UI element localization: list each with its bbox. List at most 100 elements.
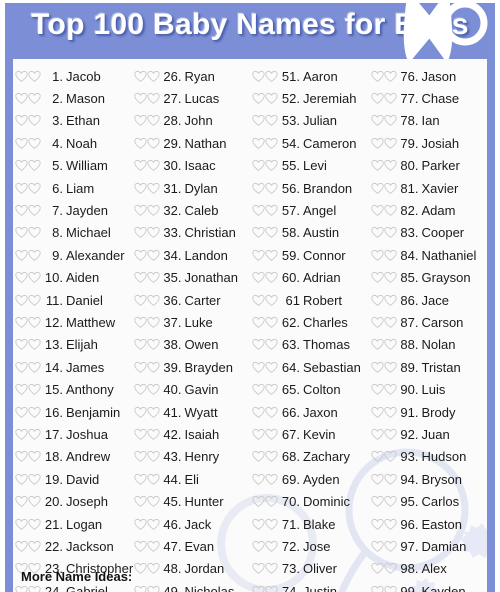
heart-outline-icon[interactable] (133, 316, 147, 329)
heart-outline-icon[interactable] (370, 271, 384, 284)
list-item[interactable]: 85. Grayson (370, 267, 488, 289)
list-item[interactable]: 97. Damian (370, 535, 488, 557)
heart-outline-icon[interactable] (133, 182, 147, 195)
heart-outline-icon[interactable] (15, 540, 28, 553)
heart-outline-icon[interactable] (383, 316, 397, 329)
heart-outline-icon[interactable] (28, 159, 41, 172)
heart-outline-icon[interactable] (28, 92, 41, 105)
list-item[interactable]: 46. Jack (133, 513, 251, 535)
heart-outline-icon[interactable] (252, 137, 265, 150)
heart-checkboxes[interactable] (252, 428, 278, 441)
heart-outline-icon[interactable] (15, 70, 28, 83)
heart-checkboxes[interactable] (252, 271, 278, 284)
heart-checkboxes[interactable] (370, 562, 397, 575)
heart-outline-icon[interactable] (370, 92, 384, 105)
heart-outline-icon[interactable] (252, 182, 265, 195)
heart-outline-icon[interactable] (252, 316, 265, 329)
heart-checkboxes[interactable] (370, 249, 397, 262)
list-item[interactable]: 9. Alexander (15, 244, 132, 266)
heart-outline-icon[interactable] (28, 271, 41, 284)
heart-outline-icon[interactable] (383, 249, 397, 262)
heart-checkboxes[interactable] (133, 383, 160, 396)
heart-outline-icon[interactable] (15, 204, 28, 217)
heart-outline-icon[interactable] (146, 518, 160, 531)
list-item[interactable]: 52. Jeremiah (252, 87, 369, 109)
heart-checkboxes[interactable] (252, 585, 278, 592)
heart-outline-icon[interactable] (133, 361, 147, 374)
list-item[interactable]: 7. Jayden (15, 199, 132, 221)
heart-outline-icon[interactable] (370, 137, 384, 150)
list-item[interactable]: 15. Anthony (15, 378, 132, 400)
heart-checkboxes[interactable] (133, 428, 160, 441)
heart-outline-icon[interactable] (146, 562, 160, 575)
heart-outline-icon[interactable] (133, 338, 147, 351)
heart-outline-icon[interactable] (146, 540, 160, 553)
heart-outline-icon[interactable] (28, 406, 41, 419)
heart-outline-icon[interactable] (146, 226, 160, 239)
heart-outline-icon[interactable] (133, 159, 147, 172)
heart-outline-icon[interactable] (370, 428, 384, 441)
heart-outline-icon[interactable] (265, 316, 278, 329)
heart-checkboxes[interactable] (370, 137, 397, 150)
heart-checkboxes[interactable] (15, 473, 41, 486)
heart-outline-icon[interactable] (252, 473, 265, 486)
heart-outline-icon[interactable] (265, 70, 278, 83)
heart-outline-icon[interactable] (252, 92, 265, 105)
heart-checkboxes[interactable] (252, 338, 278, 351)
list-item[interactable]: 94. Bryson (370, 468, 488, 490)
list-item[interactable]: 66. Jaxon (252, 401, 369, 423)
list-item[interactable]: 64. Sebastian (252, 356, 369, 378)
heart-checkboxes[interactable] (370, 294, 397, 307)
list-item[interactable]: 32. Caleb (133, 199, 251, 221)
heart-outline-icon[interactable] (370, 159, 384, 172)
heart-checkboxes[interactable] (15, 428, 41, 441)
list-item[interactable]: 63. Thomas (252, 334, 369, 356)
heart-outline-icon[interactable] (15, 137, 28, 150)
heart-outline-icon[interactable] (28, 114, 41, 127)
heart-outline-icon[interactable] (15, 92, 28, 105)
list-item[interactable]: 17. Joshua (15, 423, 132, 445)
heart-outline-icon[interactable] (252, 406, 265, 419)
list-item[interactable]: 21. Logan (15, 513, 132, 535)
heart-outline-icon[interactable] (265, 361, 278, 374)
heart-outline-icon[interactable] (146, 473, 160, 486)
heart-checkboxes[interactable] (252, 473, 278, 486)
heart-checkboxes[interactable] (133, 92, 160, 105)
heart-checkboxes[interactable] (15, 338, 41, 351)
list-item[interactable]: 95. Carlos (370, 490, 488, 512)
heart-checkboxes[interactable] (133, 159, 160, 172)
heart-outline-icon[interactable] (252, 495, 265, 508)
heart-checkboxes[interactable] (133, 585, 160, 592)
heart-outline-icon[interactable] (15, 249, 28, 262)
heart-outline-icon[interactable] (133, 540, 147, 553)
heart-checkboxes[interactable] (252, 114, 278, 127)
heart-outline-icon[interactable] (28, 540, 41, 553)
list-item[interactable]: 60. Adrian (252, 267, 369, 289)
list-item[interactable]: 84. Nathaniel (370, 244, 488, 266)
heart-outline-icon[interactable] (265, 383, 278, 396)
list-item[interactable]: 65. Colton (252, 378, 369, 400)
heart-outline-icon[interactable] (28, 137, 41, 150)
heart-checkboxes[interactable] (15, 271, 41, 284)
heart-outline-icon[interactable] (28, 226, 41, 239)
heart-checkboxes[interactable] (370, 271, 397, 284)
heart-checkboxes[interactable] (252, 294, 278, 307)
heart-checkboxes[interactable] (133, 361, 160, 374)
heart-outline-icon[interactable] (383, 294, 397, 307)
heart-checkboxes[interactable] (370, 114, 397, 127)
list-item[interactable]: 35. Jonathan (133, 267, 251, 289)
heart-outline-icon[interactable] (133, 406, 147, 419)
heart-outline-icon[interactable] (146, 182, 160, 195)
list-item[interactable]: 61 Robert (252, 289, 369, 311)
heart-outline-icon[interactable] (383, 92, 397, 105)
heart-outline-icon[interactable] (370, 70, 384, 83)
heart-checkboxes[interactable] (15, 585, 41, 592)
list-item[interactable]: 89. Tristan (370, 356, 488, 378)
heart-checkboxes[interactable] (252, 495, 278, 508)
heart-outline-icon[interactable] (383, 226, 397, 239)
heart-checkboxes[interactable] (252, 383, 278, 396)
heart-checkboxes[interactable] (370, 92, 397, 105)
heart-checkboxes[interactable] (133, 495, 160, 508)
heart-outline-icon[interactable] (265, 562, 278, 575)
heart-checkboxes[interactable] (370, 406, 397, 419)
